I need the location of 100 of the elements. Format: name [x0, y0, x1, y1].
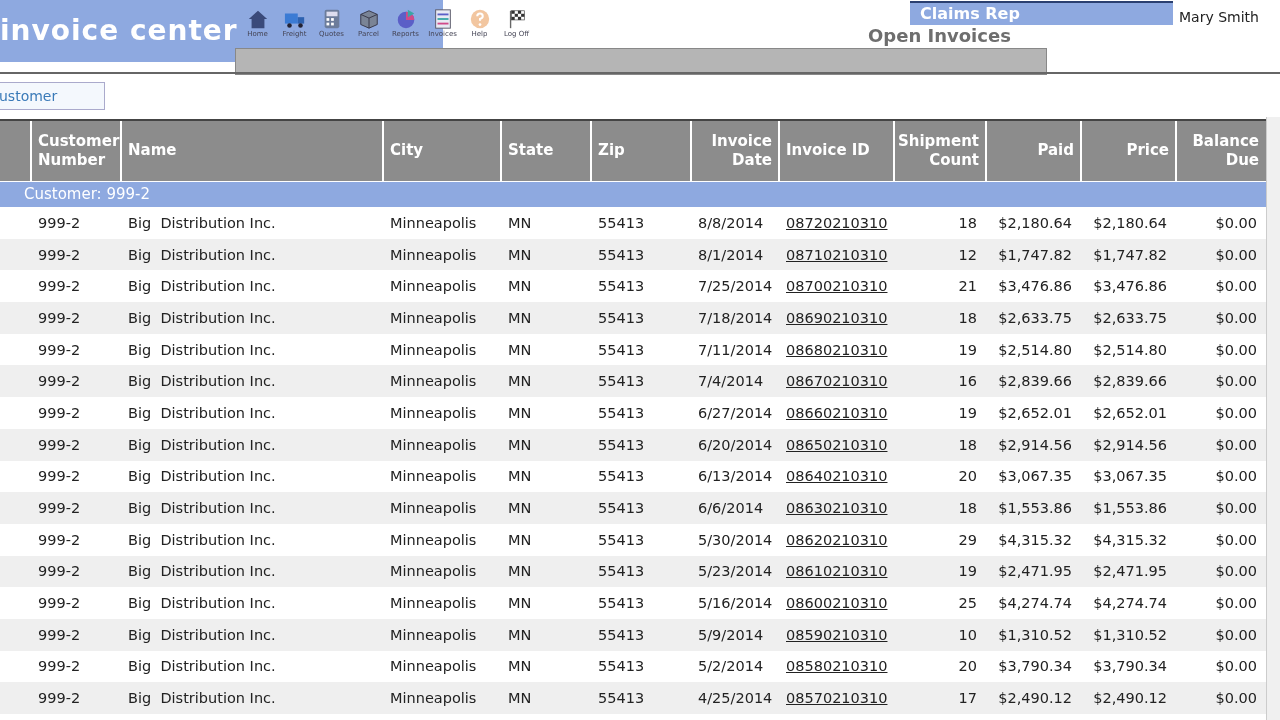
table-cell-text: $0.00	[1214, 500, 1258, 517]
table-cell-text: 999-2	[37, 373, 82, 390]
invoice-link[interactable]: 08710210310	[778, 246, 893, 263]
table-cell-text: $2,839.66	[1092, 373, 1168, 390]
invoice-link[interactable]: 08620210310	[778, 531, 893, 548]
invoice-link[interactable]: 08640210310	[778, 468, 893, 485]
table-cell-text: 19	[957, 404, 978, 421]
table-cell-text: 7/18/2014	[697, 309, 774, 326]
table-cell-text: 18	[957, 500, 978, 517]
table-cell-text: Big Distribution Inc.	[127, 595, 277, 612]
table-cell-text: MN	[507, 690, 533, 707]
invoice-link[interactable]: 08720210310	[778, 214, 893, 231]
table-cell-text: Big Distribution Inc.	[127, 278, 277, 295]
table-cell-text: $0.00	[1214, 595, 1258, 612]
table-cell-text: 29	[957, 531, 978, 548]
table-cell-text: $0.00	[1214, 246, 1258, 263]
table-cell-text: $1,553.86	[997, 500, 1073, 517]
table-cell-text: 999-2	[37, 595, 82, 612]
invoice-link[interactable]: 08570210310	[778, 690, 893, 707]
table-cell-text: 55413	[597, 626, 646, 643]
table-cell-text: Minneapolis	[389, 595, 478, 612]
table-cell-text: 999-2	[37, 658, 82, 675]
invoice-link[interactable]: 08690210310	[778, 309, 893, 326]
invoice-link[interactable]: 08630210310	[778, 500, 893, 517]
table-cell-text: $1,747.82	[1092, 246, 1168, 263]
table-cell-text: 20	[957, 468, 978, 485]
table-cell-text: 6/13/2014	[697, 468, 774, 485]
table-cell-text: $0.00	[1214, 341, 1258, 358]
table-cell-text: $0.00	[1214, 626, 1258, 643]
table-cell-text: 999-2	[37, 563, 82, 580]
table-cell-text: $4,315.32	[997, 531, 1073, 548]
table-cell-text: Minneapolis	[389, 278, 478, 295]
table-cell-text: Minneapolis	[389, 246, 478, 263]
table-cell-text: $2,914.56	[997, 436, 1073, 453]
table-cell-text: Big Distribution Inc.	[127, 468, 277, 485]
table-cell-text: Minneapolis	[389, 373, 478, 390]
table-cell-text: MN	[507, 658, 533, 675]
table-cell-text: $2,471.95	[997, 563, 1073, 580]
table-cell-text: 999-2	[37, 341, 82, 358]
table-cell-text: Minneapolis	[389, 404, 478, 421]
table-cell-text: 18	[957, 309, 978, 326]
table-cell-text: Minneapolis	[389, 468, 478, 485]
table-cell-text: Big Distribution Inc.	[127, 563, 277, 580]
table-cell-text: 17	[957, 690, 978, 707]
invoice-link[interactable]: 08580210310	[778, 658, 893, 675]
table-cell-text: Minneapolis	[389, 658, 478, 675]
invoice-link[interactable]: 08670210310	[778, 373, 893, 390]
table-cell-text: $0.00	[1214, 563, 1258, 580]
table-cell-text: Minneapolis	[389, 626, 478, 643]
table-cell-text: 55413	[597, 246, 646, 263]
table-cell-text: $1,310.52	[997, 626, 1073, 643]
table-cell-text: $2,180.64	[1092, 214, 1168, 231]
rep-name: Mary Smith	[1179, 9, 1259, 25]
table-cell-text: $3,790.34	[1092, 658, 1168, 675]
table-cell-text: Minneapolis	[389, 690, 478, 707]
invoice-link[interactable]: 08590210310	[778, 626, 893, 643]
table-cell-text: 55413	[597, 404, 646, 421]
table-cell-text: Big Distribution Inc.	[127, 246, 277, 263]
table-cell-text: $2,514.80	[997, 341, 1073, 358]
table-cell-text: $2,514.80	[1092, 341, 1168, 358]
table-cell-text: Big Distribution Inc.	[127, 436, 277, 453]
table-cell-text: Minneapolis	[389, 563, 478, 580]
table-cell-text: 5/9/2014	[697, 626, 765, 643]
table-cell-text: Big Distribution Inc.	[127, 341, 277, 358]
table-cell-text: $4,274.74	[1092, 595, 1168, 612]
table-cell-text: 4/25/2014	[697, 690, 774, 707]
table-cell-text: 21	[957, 278, 978, 295]
table-cell-text: Minneapolis	[389, 500, 478, 517]
customer-field[interactable]: ustomer	[0, 82, 105, 110]
table-cell-text: 55413	[597, 436, 646, 453]
table-cell-text: 55413	[597, 309, 646, 326]
table-cell-text: MN	[507, 246, 533, 263]
table-cell-text: 16	[957, 373, 978, 390]
table-cell-text: 55413	[597, 500, 646, 517]
table-cell-text: 6/27/2014	[697, 404, 774, 421]
table-cell-text: Big Distribution Inc.	[127, 500, 277, 517]
table-cell-text: 999-2	[37, 214, 82, 231]
table-cell-text: $0.00	[1214, 658, 1258, 675]
table-cell-text: 999-2	[37, 278, 82, 295]
table-cell-text: $3,476.86	[997, 278, 1073, 295]
table-cell-text: 6/6/2014	[697, 500, 765, 517]
invoice-link[interactable]: 08610210310	[778, 563, 893, 580]
table-cell-text: $3,067.35	[997, 468, 1073, 485]
table-cell-text: 999-2	[37, 246, 82, 263]
table-cell-text: MN	[507, 278, 533, 295]
table-cell-text: 7/25/2014	[697, 278, 774, 295]
invoice-link[interactable]: 08660210310	[778, 404, 893, 421]
table-cell-text: 10	[957, 626, 978, 643]
table-cell-text: $0.00	[1214, 309, 1258, 326]
invoice-link[interactable]: 08600210310	[778, 595, 893, 612]
box-icon	[357, 8, 380, 30]
table-cell-text: $1,310.52	[1092, 626, 1168, 643]
table-cell-text: $1,747.82	[997, 246, 1073, 263]
invoice-link[interactable]: 08650210310	[778, 436, 893, 453]
table-cell-text: 999-2	[37, 626, 82, 643]
table-cell-text: $2,633.75	[997, 309, 1073, 326]
invoice-link[interactable]: 08680210310	[778, 341, 893, 358]
invoice-link[interactable]: 08700210310	[778, 278, 893, 295]
table-cell-text: $2,471.95	[1092, 563, 1168, 580]
home-icon	[246, 8, 269, 30]
